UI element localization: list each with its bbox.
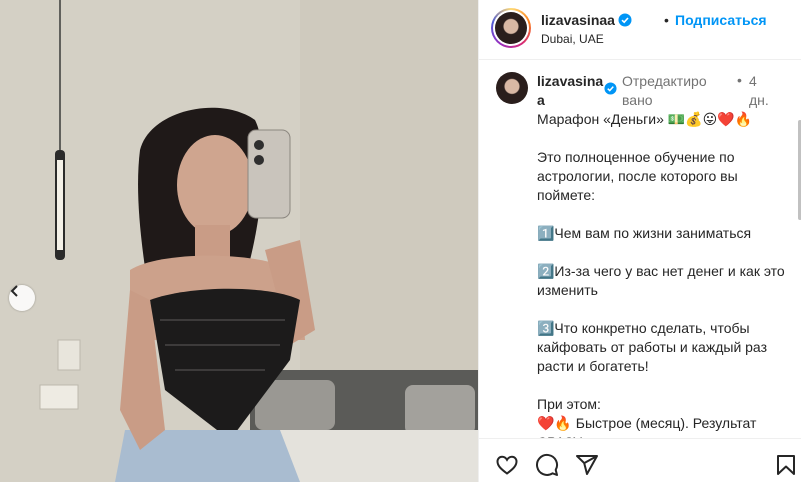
post-time[interactable]: 4 дн.: [749, 72, 771, 110]
location-link[interactable]: Dubai, UAE: [541, 32, 604, 46]
heart-icon[interactable]: [495, 453, 519, 477]
caption-paragraph: Это полноценное обучение по астрологии, …: [537, 149, 742, 203]
edited-label: Отредактировано: [622, 73, 707, 108]
send-icon[interactable]: [575, 453, 599, 477]
caption-section: lizavasinaa Отредактировано • 4 дн. Мара…: [479, 60, 797, 438]
caption-paragraph: 2️⃣Из-за чего у вас нет денег и как это …: [537, 263, 789, 298]
follow-button[interactable]: Подписаться: [675, 12, 767, 28]
caption-username[interactable]: lizavasinaa: [537, 72, 605, 110]
caption-paragraph: 3️⃣Что конкретно сделать, чтобы кайфоват…: [537, 320, 771, 374]
verified-badge-icon: [604, 82, 617, 95]
avatar-image: [495, 12, 527, 44]
caption-paragraph: При этом: ❤️🔥 Быстрое (месяц). Результат…: [537, 396, 757, 438]
post-header: lizavasinaa • Подписаться Dubai, UAE: [479, 0, 801, 60]
caption-separator: •: [737, 72, 742, 88]
comment-icon[interactable]: [535, 453, 559, 477]
caption-paragraph: 1️⃣Чем вам по жизни заниматься: [537, 225, 752, 241]
header-username[interactable]: lizavasinaa: [541, 12, 632, 28]
caption-paragraph: Марафон «Деньги» 💵💰😛❤️🔥: [537, 111, 753, 127]
photo-image: [0, 0, 478, 482]
header-separator: •: [664, 12, 669, 28]
username-text: lizavasinaa: [541, 12, 615, 28]
action-bar: [479, 438, 801, 483]
chevron-left-icon: [10, 285, 18, 297]
caption-text: Марафон «Деньги» 💵💰😛❤️🔥 Это полноценное …: [537, 110, 787, 438]
post-photo[interactable]: [0, 0, 478, 482]
caption-avatar[interactable]: [496, 72, 528, 104]
bookmark-icon[interactable]: [774, 453, 798, 477]
carousel-prev-button[interactable]: [9, 285, 35, 311]
header-avatar[interactable]: [491, 8, 531, 48]
post-side-panel: lizavasinaa • Подписаться Dubai, UAE liz…: [478, 0, 801, 482]
caption-scrollbar[interactable]: [797, 60, 801, 438]
verified-badge-icon: [618, 13, 632, 27]
